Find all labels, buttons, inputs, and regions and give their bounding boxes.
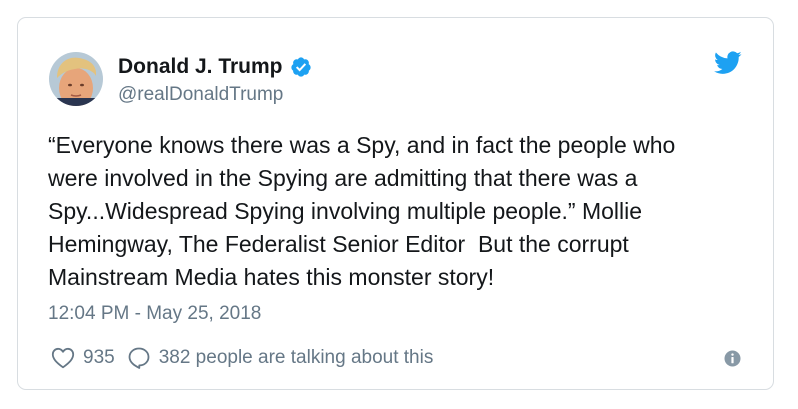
verified-badge-icon xyxy=(290,56,312,78)
author-name-row: Donald J. Trump xyxy=(118,53,312,81)
tweet-text: “Everyone knows there was a Spy, and in … xyxy=(48,132,676,290)
tweet-actions: 935 382 people are talking about this xyxy=(51,344,433,372)
conversation-count: 382 people are talking about this xyxy=(158,347,434,368)
tweet-card: Donald J. Trump @realDonaldTrump “Everyo… xyxy=(17,17,774,390)
like-button[interactable]: 935 xyxy=(51,347,115,369)
info-icon[interactable] xyxy=(724,350,741,367)
speech-bubble-icon xyxy=(128,347,150,369)
heart-icon xyxy=(51,347,75,369)
author-handle[interactable]: @realDonaldTrump xyxy=(118,84,283,106)
author-avatar[interactable] xyxy=(49,52,103,106)
twitter-bird-icon[interactable] xyxy=(714,51,742,75)
reply-button[interactable]: 382 people are talking about this xyxy=(127,346,434,370)
author-display-name[interactable]: Donald J. Trump xyxy=(118,55,283,79)
like-count: 935 xyxy=(83,347,115,368)
profile-photo xyxy=(49,52,103,106)
tweet-timestamp[interactable]: 12:04 PM - May 25, 2018 xyxy=(48,303,261,325)
